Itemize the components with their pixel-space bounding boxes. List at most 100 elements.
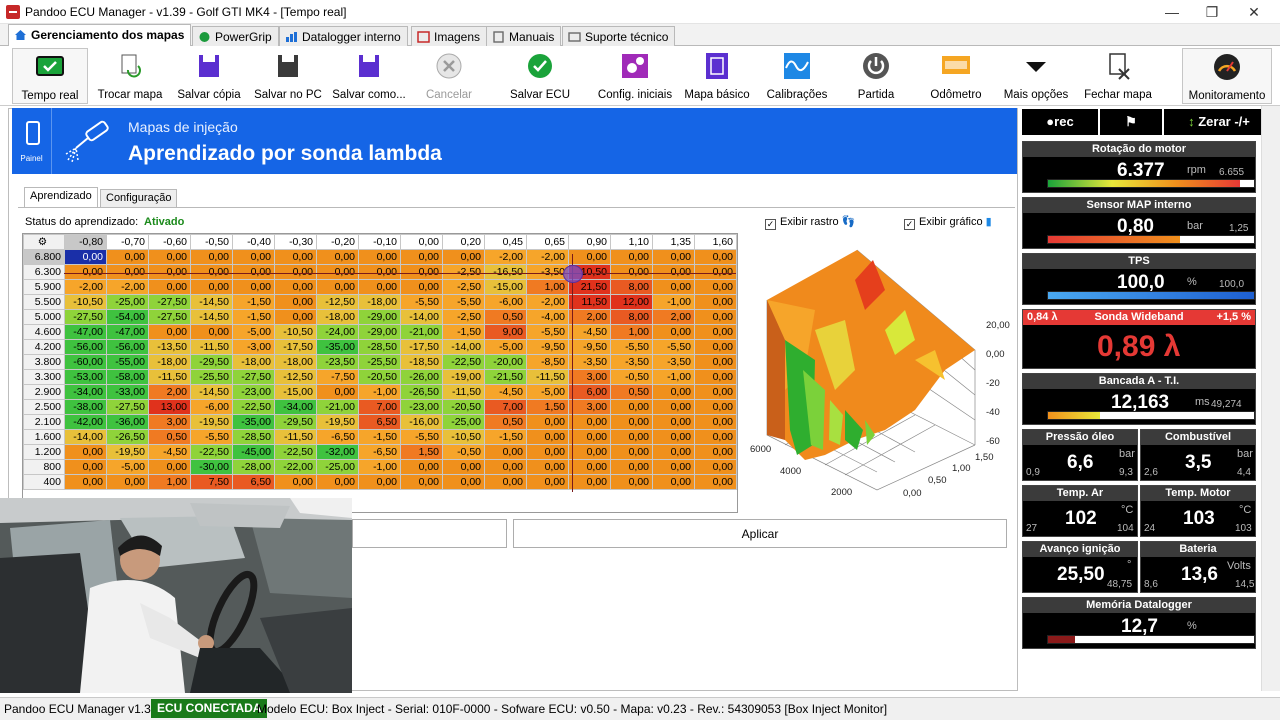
grid-cell[interactable]: 7,50	[190, 474, 233, 490]
grid-cell[interactable]: -3,50	[568, 354, 611, 370]
grid-cell[interactable]: 0,00	[694, 459, 737, 475]
grid-cell[interactable]: 0,00	[232, 264, 275, 280]
odometer-button[interactable]: Odômetro	[924, 48, 988, 104]
grid-cell[interactable]: -7,50	[316, 369, 359, 385]
row-header[interactable]: 5.500	[23, 294, 65, 310]
row-header[interactable]: 4.600	[23, 324, 65, 340]
grid-cell[interactable]: -27,50	[148, 294, 191, 310]
save-pc-button[interactable]: Salvar no PC	[254, 48, 322, 104]
save-copy-button[interactable]: Salvar cópia	[176, 48, 242, 104]
grid-cell[interactable]: 2,00	[148, 384, 191, 400]
grid-cell[interactable]: 0,50	[484, 414, 527, 430]
grid-cell[interactable]: -55,00	[106, 354, 149, 370]
close-map-button[interactable]: Fechar mapa	[1082, 48, 1154, 104]
grid-cell[interactable]: 0,00	[64, 459, 107, 475]
grid-cell[interactable]: -19,50	[316, 414, 359, 430]
apply-button[interactable]: Aplicar	[513, 519, 1007, 548]
grid-cell[interactable]: -16,00	[400, 414, 443, 430]
grid-cell[interactable]: 0,00	[484, 474, 527, 490]
grid-cell[interactable]: 0,00	[64, 444, 107, 460]
grid-cell[interactable]: -34,00	[274, 399, 317, 415]
grid-cell[interactable]: -47,00	[106, 324, 149, 340]
cancel-button[interactable]: Cancelar	[420, 48, 478, 104]
tab-powergrip[interactable]: PowerGrip	[192, 26, 279, 46]
row-header[interactable]: 800	[23, 459, 65, 475]
grid-cell[interactable]: 0,00	[652, 474, 695, 490]
grid-cell[interactable]: -42,00	[64, 414, 107, 430]
grid-cell[interactable]: 0,00	[694, 414, 737, 430]
column-header[interactable]: 0,20	[442, 234, 485, 250]
grid-cell[interactable]: 6,00	[568, 384, 611, 400]
grid-cell[interactable]: 3,00	[148, 414, 191, 430]
column-header[interactable]: -0,50	[190, 234, 233, 250]
grid-cell[interactable]: -18,50	[400, 354, 443, 370]
grid-cell[interactable]: 0,00	[694, 279, 737, 295]
column-header[interactable]: 0,65	[526, 234, 569, 250]
grid-cell[interactable]: 0,00	[694, 384, 737, 400]
grid-cell[interactable]: -18,00	[358, 294, 401, 310]
tab-manuals[interactable]: Manuais	[486, 26, 562, 46]
grid-cell[interactable]: -27,50	[64, 309, 107, 325]
column-header[interactable]: 1,35	[652, 234, 695, 250]
column-header[interactable]: 1,10	[610, 234, 653, 250]
grid-cell[interactable]: 0,00	[190, 249, 233, 265]
grid-cell[interactable]: -24,00	[316, 324, 359, 340]
column-header[interactable]: 1,60	[694, 234, 737, 250]
grid-cell[interactable]: 0,00	[400, 264, 443, 280]
switch-map-button[interactable]: Trocar mapa	[94, 48, 166, 104]
grid-cell[interactable]: 0,00	[652, 249, 695, 265]
grid-cell[interactable]: 0,00	[652, 459, 695, 475]
grid-cell[interactable]: -5,50	[190, 429, 233, 445]
monitoring-button[interactable]: Monitoramento	[1182, 48, 1272, 104]
flag-button[interactable]: ⚑	[1100, 109, 1162, 135]
grid-cell[interactable]: 0,00	[316, 474, 359, 490]
grid-cell[interactable]: -56,00	[64, 339, 107, 355]
grid-cell[interactable]: 0,00	[106, 264, 149, 280]
grid-cell[interactable]: -32,00	[316, 444, 359, 460]
grid-cell[interactable]: 0,00	[694, 369, 737, 385]
grid-cell[interactable]: 0,00	[400, 249, 443, 265]
grid-cell[interactable]: -6,00	[190, 399, 233, 415]
grid-cell[interactable]: -9,50	[568, 339, 611, 355]
grid-cell[interactable]: -2,00	[64, 279, 107, 295]
tab-images[interactable]: Imagens	[411, 26, 488, 46]
grid-cell[interactable]: -60,00	[64, 354, 107, 370]
grid-cell[interactable]: -25,50	[190, 369, 233, 385]
grid-cell[interactable]: -25,00	[106, 294, 149, 310]
column-header[interactable]: -0,40	[232, 234, 275, 250]
grid-cell[interactable]: 0,00	[484, 444, 527, 460]
grid-cell[interactable]: 8,00	[610, 279, 653, 295]
grid-cell[interactable]: -5,00	[526, 384, 569, 400]
grid-cell[interactable]: -14,00	[400, 309, 443, 325]
grid-cell[interactable]: 0,00	[358, 474, 401, 490]
grid-cell[interactable]: -14,50	[190, 309, 233, 325]
grid-cell[interactable]: -34,00	[64, 384, 107, 400]
grid-cell[interactable]: -21,00	[316, 399, 359, 415]
grid-cell[interactable]: 0,00	[274, 264, 317, 280]
grid-cell[interactable]: 0,00	[568, 249, 611, 265]
grid-cell[interactable]: -25,00	[442, 414, 485, 430]
close-icon[interactable]: ✕	[1234, 2, 1274, 22]
grid-cell[interactable]: 2,00	[568, 309, 611, 325]
grid-cell[interactable]: -14,00	[442, 339, 485, 355]
column-header[interactable]: -0,80	[64, 234, 107, 250]
grid-cell[interactable]: 0,00	[484, 459, 527, 475]
row-header[interactable]: 5.900	[23, 279, 65, 295]
grid-cell[interactable]: 0,00	[442, 474, 485, 490]
grid-cell[interactable]: -1,00	[358, 459, 401, 475]
grid-cell[interactable]: 0,00	[274, 279, 317, 295]
grid-cell[interactable]: -11,50	[190, 339, 233, 355]
grid-cell[interactable]: 0,00	[442, 459, 485, 475]
grid-cell[interactable]: 0,00	[568, 444, 611, 460]
realtime-button[interactable]: Tempo real	[12, 48, 88, 104]
grid-cell[interactable]: 0,00	[64, 264, 107, 280]
row-header[interactable]: 4.200	[23, 339, 65, 355]
grid-cell[interactable]: -4,50	[148, 444, 191, 460]
grid-cell[interactable]: -1,00	[652, 369, 695, 385]
grid-cell[interactable]: -11,50	[442, 384, 485, 400]
grid-cell[interactable]: 0,00	[400, 279, 443, 295]
grid-cell[interactable]: -6,00	[484, 294, 527, 310]
grid-cell[interactable]: -9,50	[526, 339, 569, 355]
initial-config-button[interactable]: Config. iniciais	[596, 48, 674, 104]
grid-cell[interactable]: 0,00	[400, 459, 443, 475]
